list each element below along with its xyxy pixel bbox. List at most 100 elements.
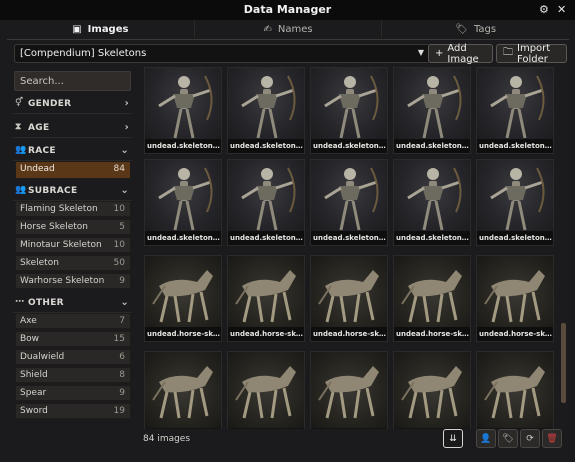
image-card[interactable]: undead.horse-skeleton...	[310, 255, 388, 342]
filter-item-flaming-skeleton[interactable]: Flaming Skeleton 10	[15, 201, 131, 217]
filter-item-sword[interactable]: Sword 19	[15, 403, 131, 419]
filter-label: Shield	[20, 370, 48, 380]
horse-skeleton-thumbnail	[394, 256, 470, 332]
section-subrace[interactable]: 👥 SUBRACE ⌄	[13, 183, 132, 201]
horse-skeleton-thumbnail	[311, 256, 387, 332]
filter-item-warhorse-skeleton[interactable]: Warhorse Skeleton 9	[15, 273, 131, 289]
gear-icon[interactable]: ⚙	[539, 3, 549, 16]
scrollbar-thumb[interactable]	[561, 323, 566, 403]
horse-skeleton-thumbnail	[228, 256, 304, 332]
filter-item-horse-skeleton[interactable]: Horse Skeleton 5	[15, 219, 131, 235]
section-age[interactable]: ⧗ AGE ›	[13, 120, 132, 138]
section-label: RACE	[28, 146, 56, 156]
add-image-label: Add Image	[447, 42, 479, 65]
image-card[interactable]	[310, 351, 388, 429]
import-folder-label: Import Folder	[517, 42, 551, 65]
filter-count: 5	[119, 222, 125, 232]
search-input[interactable]	[14, 71, 131, 91]
skeleton-thumbnail	[477, 68, 553, 144]
filter-item-undead[interactable]: Undead 84	[15, 161, 131, 179]
chevron-down-icon: ⌄	[120, 185, 129, 196]
skeleton-thumbnail	[311, 160, 387, 236]
image-caption: undead.skeleton.48.bo...	[311, 231, 387, 245]
tab-label: Names	[277, 24, 313, 35]
image-caption: undead.skeleton.46.bo...	[145, 231, 221, 245]
skeleton-thumbnail	[477, 160, 553, 236]
image-card[interactable]	[476, 351, 554, 429]
image-card[interactable]: undead.horse-skeleton...	[393, 255, 471, 342]
filter-count: 10	[113, 204, 125, 214]
filter-item-axe[interactable]: Axe 7	[15, 313, 131, 329]
image-caption: undead.skeleton.41.sx...	[145, 139, 221, 153]
image-icon: ▣	[72, 24, 82, 35]
image-caption: undead.skeleton.45.bo...	[477, 139, 553, 153]
filter-count: 84	[113, 164, 125, 174]
image-card[interactable]: undead.skeleton.49.s...	[393, 159, 471, 246]
tag-icon: 🏷	[455, 24, 468, 35]
filter-item-dualwield[interactable]: Dualwield 6	[15, 349, 131, 365]
image-card[interactable]: undead.skeleton.44.bo...	[393, 67, 471, 154]
image-card[interactable]	[227, 351, 305, 429]
refresh-button[interactable]: ⟳	[520, 429, 540, 448]
filter-item-skeleton[interactable]: Skeleton 50	[15, 255, 131, 271]
filter-label: Warhorse Skeleton	[20, 276, 105, 286]
horse-skeleton-thumbnail	[477, 352, 553, 428]
image-card[interactable]: undead.skeleton.43.bo...	[310, 67, 388, 154]
tab-label: Tags	[473, 24, 497, 35]
filter-label: Spear	[20, 388, 47, 398]
horse-skeleton-thumbnail	[228, 352, 304, 428]
image-card[interactable]: undead.horse-skeleton...	[144, 255, 222, 342]
signature-icon: ✍	[263, 24, 272, 35]
filter-item-shield[interactable]: Shield 8	[15, 367, 131, 383]
image-caption: undead.skeleton.43.bo...	[311, 139, 387, 153]
import-folder-button[interactable]: 🗀 Import Folder	[496, 42, 567, 65]
divider	[13, 137, 132, 138]
filter-count: 9	[119, 388, 125, 398]
image-card[interactable]: undead.skeleton.45.bo...	[476, 67, 554, 154]
tab-tags[interactable]: 🏷 Tags	[382, 20, 570, 40]
filter-sidebar: ⚥ GENDER › ⧗ AGE › 👥 RACE ⌄ Undead 84 👥 …	[13, 70, 132, 422]
section-gender[interactable]: ⚥ GENDER ›	[13, 96, 132, 114]
image-card[interactable]	[144, 351, 222, 429]
tag-button[interactable]: 🏷	[498, 429, 518, 448]
skeleton-thumbnail	[311, 68, 387, 144]
filter-count: 50	[113, 258, 125, 268]
filter-label: Horse Skeleton	[20, 222, 88, 232]
add-image-button[interactable]: + Add Image	[428, 42, 493, 65]
filter-count: 8	[119, 370, 125, 380]
section-race[interactable]: 👥 RACE ⌄	[13, 143, 132, 161]
image-card[interactable]	[393, 351, 471, 429]
image-card[interactable]: undead.skeleton.47.bo...	[227, 159, 305, 246]
divider	[13, 113, 132, 114]
tab-images[interactable]: ▣ Images	[7, 20, 195, 40]
filter-label: Skeleton	[20, 258, 59, 268]
image-caption: undead.skeleton.50.bo...	[477, 231, 553, 245]
close-icon[interactable]: ✕	[557, 3, 566, 16]
filter-item-minotaur-skeleton[interactable]: Minotaur Skeleton 10	[15, 237, 131, 253]
select-all-button[interactable]: ⇊	[443, 429, 463, 448]
image-caption: undead.horse-skeleton...	[228, 327, 304, 341]
compendium-select[interactable]: [Compendium] Skeletons ▼	[14, 44, 430, 63]
filter-item-spear[interactable]: Spear 9	[15, 385, 131, 401]
tags-icon: 🏷	[502, 433, 514, 444]
image-card[interactable]: undead.skeleton.50.bo...	[476, 159, 554, 246]
section-label: AGE	[28, 123, 50, 133]
image-card[interactable]: undead.skeleton.46.bo...	[144, 159, 222, 246]
tab-names[interactable]: ✍ Names	[194, 20, 383, 40]
image-card[interactable]: undead.skeleton.42.bo...	[227, 67, 305, 154]
skeleton-thumbnail	[145, 160, 221, 236]
image-card[interactable]: undead.skeleton.48.bo...	[310, 159, 388, 246]
filter-label: Axe	[20, 316, 37, 326]
skeleton-thumbnail	[228, 68, 304, 144]
section-other[interactable]: ⋯ OTHER ⌄	[13, 295, 132, 313]
assign-user-button[interactable]: 👤	[476, 429, 496, 448]
image-caption: undead.skeleton.42.bo...	[228, 139, 304, 153]
image-card[interactable]: undead.horse-skeleton...	[227, 255, 305, 342]
filter-item-bow[interactable]: Bow 15	[15, 331, 131, 347]
delete-button[interactable]: 🗑	[542, 429, 562, 448]
image-card[interactable]: undead.skeleton.41.sx...	[144, 67, 222, 154]
scrollbar[interactable]	[561, 68, 566, 424]
image-card[interactable]: undead.horse-skeleton...	[476, 255, 554, 342]
horse-skeleton-thumbnail	[394, 352, 470, 428]
image-caption: undead.horse-skeleton...	[477, 327, 553, 341]
